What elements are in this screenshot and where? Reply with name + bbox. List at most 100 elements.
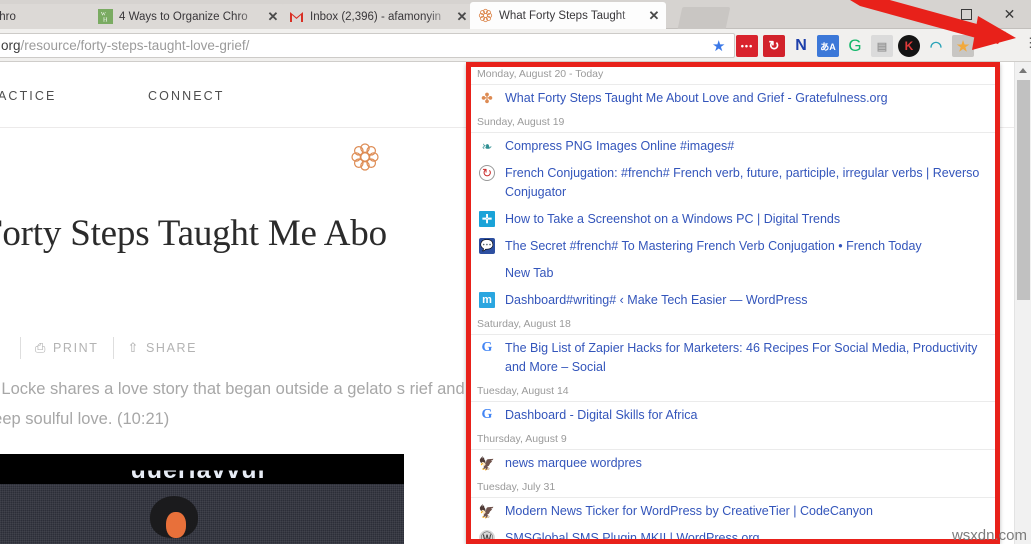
nav-link-connect[interactable]: CONNECT bbox=[148, 89, 225, 103]
history-date-header: Tuesday, August 14 bbox=[467, 381, 999, 402]
history-list-item[interactable]: New Tab bbox=[467, 260, 999, 287]
article-title: Forty Steps Taught Me Abo bbox=[0, 213, 387, 254]
extension-n[interactable]: N bbox=[790, 35, 812, 57]
history-list-item[interactable]: m Dashboard#writing# ‹ Make Tech Easier —… bbox=[467, 287, 999, 314]
meta-divider-left bbox=[20, 337, 21, 359]
address-bar[interactable]: org/resource/forty-steps-taught-love-gri… bbox=[0, 33, 735, 58]
extension-k-circle[interactable]: K bbox=[898, 35, 920, 57]
history-date-header: Monday, August 20 - Today bbox=[467, 64, 999, 85]
codecanyon-eagle-icon: 🦅 bbox=[479, 503, 495, 519]
page-vertical-scrollbar[interactable] bbox=[1014, 62, 1031, 544]
history-date-header: Saturday, August 18 bbox=[467, 314, 999, 335]
history-list-item[interactable]: ✛ How to Take a Screenshot on a Windows P… bbox=[467, 206, 999, 233]
extension-reload-u[interactable]: ↻ bbox=[763, 35, 785, 57]
close-window-button[interactable]: ✕ bbox=[988, 0, 1031, 29]
printer-icon: ⎙ bbox=[35, 340, 47, 355]
reverso-icon: ↻ bbox=[479, 165, 495, 181]
history-dropdown-panel[interactable]: Monday, August 20 - Today ✤ What Forty Ste… bbox=[466, 63, 1000, 544]
google-icon: G bbox=[481, 340, 493, 355]
meta-divider-right bbox=[112, 337, 114, 359]
print-button[interactable]: ⎙ PRINT bbox=[35, 340, 99, 356]
history-item-title[interactable]: Dashboard - Digital Skills for Africa bbox=[505, 406, 991, 425]
tab-title: What Forty Steps Taught bbox=[499, 9, 626, 22]
google-icon: G bbox=[481, 407, 493, 422]
digital-trends-icon: ✛ bbox=[479, 211, 495, 227]
scrollbar-thumb[interactable] bbox=[1017, 80, 1030, 300]
article-excerpt: bi Locke shares a love story that began … bbox=[0, 380, 465, 428]
codecanyon-eagle-icon: 🦅 bbox=[479, 455, 495, 471]
history-item-title[interactable]: Modern News Ticker for WordPress by Crea… bbox=[505, 502, 991, 521]
history-list-item[interactable]: Ⓦ SMSGlobal SMS Plugin MKII | WordPress.o… bbox=[467, 525, 999, 544]
extension-teal-shell[interactable]: ◠ bbox=[925, 35, 947, 57]
share-button[interactable]: ⇧ SHARE bbox=[128, 340, 198, 356]
extension-dots[interactable]: ••• bbox=[736, 35, 758, 57]
history-item-title[interactable]: French Conjugation: #french# French verb… bbox=[505, 164, 991, 202]
history-list-item[interactable]: ✤ What Forty Steps Taught Me About Love a… bbox=[467, 85, 999, 112]
history-item-title[interactable]: Dashboard#writing# ‹ Make Tech Easier — … bbox=[505, 291, 991, 310]
history-date-header: Sunday, August 19 bbox=[467, 112, 999, 133]
history-item-title[interactable]: What Forty Steps Taught Me About Love an… bbox=[505, 89, 991, 108]
tab-close-icon[interactable]: ✕ bbox=[454, 9, 470, 25]
extension-calculator[interactable]: ▤ bbox=[871, 35, 893, 57]
history-item-title[interactable]: How to Take a Screenshot on a Windows PC… bbox=[505, 210, 991, 229]
hero-screen-backdrop bbox=[0, 484, 404, 544]
history-list-item[interactable]: ❧ Compress PNG Images Online #images# bbox=[467, 133, 999, 160]
share-label: SHARE bbox=[146, 341, 198, 355]
make-tech-easier-icon: m bbox=[479, 292, 495, 308]
history-list-item[interactable]: G The Big List of Zapier Hacks for Market… bbox=[467, 335, 999, 381]
site-logo-icon[interactable] bbox=[348, 140, 382, 174]
print-label: PRINT bbox=[53, 341, 99, 355]
gmail-icon bbox=[288, 9, 304, 25]
scroll-up-arrow-icon[interactable] bbox=[1019, 68, 1027, 73]
svg-text:H: H bbox=[103, 18, 108, 24]
gratefulness-icon bbox=[477, 8, 493, 24]
blank-icon bbox=[479, 265, 495, 281]
new-tab-button[interactable] bbox=[677, 7, 731, 29]
wordpress-icon: Ⓦ bbox=[479, 530, 495, 544]
history-date-header: Thursday, August 9 bbox=[467, 429, 999, 450]
tinypng-panda-icon: ❧ bbox=[481, 138, 493, 154]
maximize-button[interactable] bbox=[945, 0, 988, 29]
history-item-title[interactable]: news marquee wordpres bbox=[505, 454, 991, 473]
history-list-item[interactable]: G Dashboard - Digital Skills for Africa bbox=[467, 402, 999, 429]
minimize-button[interactable] bbox=[902, 0, 945, 29]
tab-gmail-inbox[interactable]: Inbox (2,396) - afamonyin ✕ bbox=[281, 4, 474, 29]
french-today-icon: 💬 bbox=[479, 238, 495, 254]
tab-4-ways-to-organize-chrome[interactable]: W H 4 Ways to Organize Chro ✕ bbox=[90, 4, 285, 29]
window-controls: ✕ bbox=[902, 0, 1031, 29]
hero-person-silhouette bbox=[150, 496, 198, 538]
hero-person-face bbox=[166, 512, 186, 538]
history-list-item[interactable]: 🦅 Modern News Ticker for WordPress by Cre… bbox=[467, 498, 999, 525]
history-item-title[interactable]: The Secret #french# To Mastering French … bbox=[505, 237, 991, 256]
url-domain: org bbox=[1, 38, 21, 53]
history-list-item[interactable]: 💬 The Secret #french# To Mastering French… bbox=[467, 233, 999, 260]
article-meta-row: ⎙ PRINT ⇧ SHARE bbox=[6, 337, 197, 359]
history-list: Monday, August 20 - Today ✤ What Forty Ste… bbox=[467, 64, 999, 544]
tab-close-icon[interactable]: ✕ bbox=[265, 9, 281, 25]
history-item-title[interactable]: New Tab bbox=[505, 264, 991, 283]
tab-what-forty-steps-taught[interactable]: What Forty Steps Taught ✕ bbox=[470, 2, 666, 29]
bookmark-star-icon[interactable]: ★ bbox=[712, 37, 725, 55]
browser-window: ACTICE CONNECT Forty Steps Taught Me Abo bbox=[0, 0, 1031, 544]
extension-google-translate[interactable]: あA bbox=[817, 35, 839, 57]
close-icon: ✕ bbox=[1003, 6, 1016, 22]
history-list-item[interactable]: 🦅 news marquee wordpres bbox=[467, 450, 999, 477]
history-item-title[interactable]: The Big List of Zapier Hacks for Markete… bbox=[505, 339, 991, 377]
chrome-menu-icon[interactable]: ⋮ bbox=[1024, 36, 1031, 49]
wp-hosting-icon: W H bbox=[97, 9, 113, 25]
tab-close-icon[interactable]: ✕ bbox=[646, 8, 662, 24]
hero-caption-text: uuerlavvul bbox=[130, 456, 266, 485]
history-item-title[interactable]: Compress PNG Images Online #images# bbox=[505, 137, 991, 156]
history-item-title[interactable]: SMSGlobal SMS Plugin MKII | WordPress.or… bbox=[505, 529, 991, 543]
history-date-header: Tuesday, July 31 bbox=[467, 477, 999, 498]
tab-title: Inbox (2,396) - afamonyin bbox=[310, 10, 442, 23]
minimize-icon bbox=[915, 14, 932, 15]
extension-bookmark-star-active[interactable]: ★ bbox=[952, 35, 974, 57]
share-icon: ⇧ bbox=[127, 340, 140, 355]
gratefulness-icon: ✤ bbox=[481, 90, 493, 106]
history-list-item[interactable]: ↻ French Conjugation: #french# French ver… bbox=[467, 160, 999, 206]
extension-grammarly[interactable]: G bbox=[844, 35, 866, 57]
nav-link-practice[interactable]: ACTICE bbox=[0, 89, 56, 103]
tab-title: 4 Ways to Organize Chro bbox=[119, 10, 248, 23]
watermark-text: wsxdn.com bbox=[951, 527, 1027, 544]
